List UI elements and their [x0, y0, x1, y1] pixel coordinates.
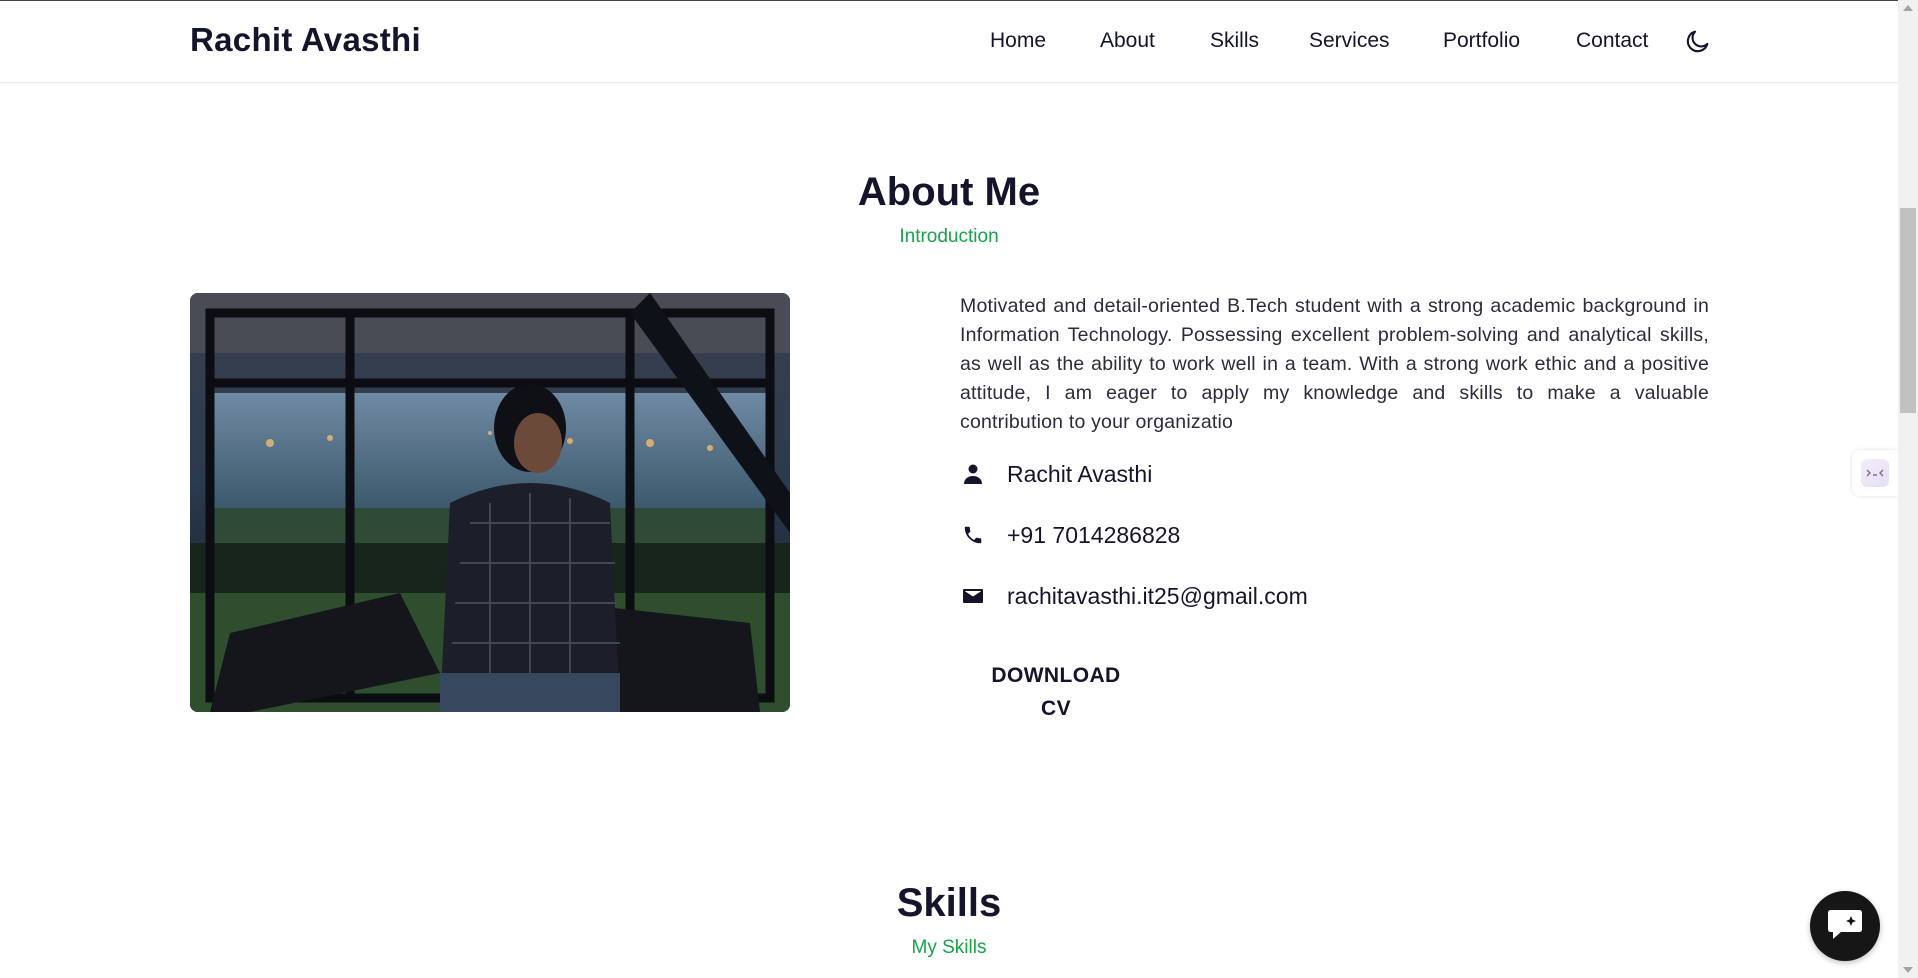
profile-photo: [190, 293, 790, 712]
moon-icon[interactable]: [1684, 27, 1712, 55]
page: Rachit Avasthi Home About Skills Service…: [0, 0, 1918, 978]
scroll-up-arrow[interactable]: [1903, 5, 1913, 11]
info-phone: +91 7014286828: [1007, 521, 1181, 548]
about-title: About Me: [857, 170, 1041, 214]
nav-home[interactable]: Home: [990, 29, 1046, 53]
chat-icon: [1825, 906, 1865, 947]
person-icon: [960, 461, 986, 487]
nav-skills[interactable]: Skills: [1210, 29, 1259, 53]
nav-contact[interactable]: Contact: [1576, 29, 1648, 53]
info-name: Rachit Avasthi: [1007, 460, 1153, 487]
scroll-thumb[interactable]: [1900, 208, 1916, 413]
extension-widget[interactable]: [1852, 450, 1898, 496]
mail-icon: [960, 583, 986, 609]
info-name-row: Rachit Avasthi: [960, 457, 1152, 491]
nav-portfolio[interactable]: Portfolio: [1443, 29, 1520, 53]
site-header: Rachit Avasthi Home About Skills Service…: [0, 0, 1898, 83]
skills-title: Skills: [896, 881, 1002, 925]
info-email: rachitavasthi.it25@gmail.com: [1007, 582, 1308, 609]
phone-icon: [960, 522, 986, 548]
download-cv-button[interactable]: DOWNLOAD CV: [976, 659, 1136, 725]
skills-subtitle: My Skills: [911, 937, 987, 958]
scroll-down-arrow[interactable]: [1903, 967, 1913, 973]
download-cv-label-line1: DOWNLOAD: [991, 664, 1121, 687]
about-subtitle: Introduction: [899, 226, 999, 247]
nav-about[interactable]: About: [1100, 29, 1155, 53]
about-description: Motivated and detail-oriented B.Tech stu…: [960, 295, 1709, 433]
download-cv-label-line2: CV: [1041, 697, 1071, 720]
info-email-row: rachitavasthi.it25@gmail.com: [960, 579, 1308, 613]
site-logo[interactable]: Rachit Avasthi: [190, 21, 421, 59]
page-scrollbar[interactable]: [1898, 0, 1918, 978]
nav-services[interactable]: Services: [1309, 29, 1390, 53]
info-phone-row: +91 7014286828: [960, 518, 1180, 552]
chat-button[interactable]: [1810, 891, 1880, 961]
extension-widget-icon: [1861, 459, 1889, 487]
